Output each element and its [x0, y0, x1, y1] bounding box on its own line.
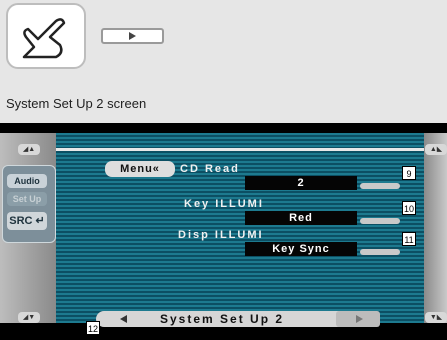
src-button[interactable]: SRC ↵ [7, 212, 47, 230]
callout-tag-12: 12 [86, 321, 100, 335]
menu-button[interactable]: Menu« [105, 161, 175, 177]
setting-value-disp-illumi: Key Sync [245, 242, 357, 256]
setting-label-cd-read: CD Read [180, 163, 240, 175]
corner-button-top-left[interactable]: ◢▲ [18, 144, 40, 155]
callout-tag-10: 10 [402, 201, 416, 215]
play-button-illustration [101, 28, 164, 44]
corner-button-bottom-left[interactable]: ◢▼ [18, 312, 40, 323]
setup-button[interactable]: Set Up [7, 192, 47, 206]
next-arrow-icon [356, 315, 363, 323]
screen-caption: System Set Up 2 screen [6, 96, 147, 111]
source-panel: Audio Set Up SRC ↵ [2, 165, 56, 243]
src-label: SRC [9, 215, 33, 227]
system-setup-screen: ◢▲ ▲◣ ◢▼ ▼◣ Audio Set Up SRC ↵ Menu« CD … [0, 123, 447, 340]
setting-label-disp-illumi: Disp ILLUMI [178, 229, 264, 241]
setting-label-key-illumi: Key ILLUMI [184, 198, 264, 210]
return-arrow-icon: ↵ [35, 215, 45, 227]
next-page-button[interactable] [336, 311, 380, 327]
setting-value-key-illumi: Red [245, 211, 357, 225]
callout-tag-9: 9 [402, 166, 416, 180]
setting-value-cd-read: 2 [245, 176, 357, 190]
top-bar [0, 123, 447, 133]
play-icon [129, 32, 136, 40]
audio-button[interactable]: Audio [7, 174, 47, 188]
prev-arrow-icon [120, 315, 127, 323]
prev-page-button[interactable] [100, 311, 144, 327]
corner-button-bottom-right[interactable]: ▼◣ [425, 312, 447, 323]
hand-pointer-icon [22, 18, 66, 59]
setting-slider-cd-read[interactable] [360, 183, 400, 189]
right-frame [424, 123, 447, 340]
divider-line [56, 148, 424, 151]
touch-hand-icon [6, 3, 86, 69]
bottom-screen-title: System Set Up 2 [160, 312, 285, 326]
setting-slider-key-illumi[interactable] [360, 218, 400, 224]
corner-button-top-right[interactable]: ▲◣ [425, 144, 447, 155]
callout-tag-11: 11 [402, 232, 416, 246]
setting-slider-disp-illumi[interactable] [360, 249, 400, 255]
